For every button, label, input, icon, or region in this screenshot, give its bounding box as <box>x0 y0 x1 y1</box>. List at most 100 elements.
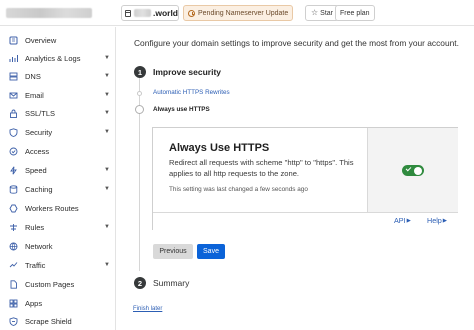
sidebar-item-label: Access <box>25 146 50 156</box>
step-2-number: 2 <box>134 277 146 289</box>
sidebar-item-access[interactable]: Access <box>0 142 116 160</box>
sidebar-item-label: Apps <box>25 298 43 308</box>
setting-card-body: Always Use HTTPS Redirect all requests w… <box>153 128 367 212</box>
setting-control-panel <box>367 128 458 212</box>
top-bar: .world Pending Nameserver Update ☆ Star … <box>0 0 474 26</box>
shield-icon <box>9 127 18 137</box>
domain-selector[interactable]: .world <box>121 5 179 21</box>
sidebar-item-label: Network <box>25 241 53 251</box>
setting-card-footer: API ▶ Help ▶ <box>153 212 458 230</box>
lock-icon <box>9 109 18 118</box>
browser-window-icon <box>125 9 131 17</box>
check-icon <box>405 165 412 172</box>
caret-right-icon: ▶ <box>406 217 411 224</box>
setting-description: Redirect all requests with scheme "http"… <box>169 158 354 178</box>
sidebar-item-dns[interactable]: DNS ▼ <box>0 67 116 85</box>
sidebar-item-label: Analytics & Logs <box>25 53 81 63</box>
substep-current-dot <box>135 105 144 114</box>
chevron-down-icon[interactable]: ▼ <box>104 186 110 192</box>
sidebar-item-label: SSL/TLS <box>25 108 56 118</box>
intro-text: Configure your domain settings to improv… <box>134 38 459 48</box>
scrape-shield-icon <box>9 316 18 326</box>
domain-name-redacted <box>133 9 151 17</box>
caching-icon <box>9 184 18 194</box>
sidebar-item-apps[interactable]: Apps <box>0 294 116 312</box>
rules-icon <box>9 223 18 232</box>
sidebar-item-security[interactable]: Security ▼ <box>0 123 116 141</box>
sidebar-item-overview[interactable]: Overview <box>0 31 116 49</box>
sidebar-item-custom-pages[interactable]: Custom Pages <box>0 275 116 293</box>
chevron-down-icon[interactable]: ▼ <box>104 55 110 61</box>
clock-icon <box>188 9 195 17</box>
sidebar-item-workers-routes[interactable]: Workers Routes <box>0 199 116 217</box>
sidebar-item-ssl-tls[interactable]: SSL/TLS ▼ <box>0 104 116 122</box>
domain-suffix: .world <box>152 8 178 18</box>
help-link[interactable]: Help ▶ <box>427 216 447 225</box>
chevron-down-icon[interactable]: ▼ <box>104 92 110 98</box>
sidebar-item-speed[interactable]: Speed ▼ <box>0 161 116 179</box>
chevron-down-icon[interactable]: ▼ <box>104 167 110 173</box>
sidebar-item-label: Speed <box>25 165 47 175</box>
sidebar-item-network[interactable]: Network <box>0 237 116 255</box>
chevron-down-icon[interactable]: ▼ <box>104 262 110 268</box>
substep-done-dot <box>137 91 142 96</box>
chevron-down-icon[interactable]: ▼ <box>104 73 110 79</box>
star-label: Star <box>320 9 334 17</box>
always-use-https-toggle[interactable] <box>402 165 424 176</box>
sidebar-item-label: Overview <box>25 35 57 45</box>
previous-button[interactable]: Previous <box>153 244 193 259</box>
workers-icon <box>9 204 18 213</box>
step-2-title: Summary <box>153 278 190 288</box>
api-link[interactable]: API ▶ <box>394 216 411 225</box>
star-icon: ☆ <box>311 8 319 17</box>
sidebar-item-label: Security <box>25 127 53 137</box>
dns-icon <box>9 72 18 81</box>
api-link-label: API <box>394 216 406 225</box>
sidebar-item-label: Custom Pages <box>25 279 75 289</box>
access-icon <box>9 147 18 156</box>
apps-icon <box>9 299 18 308</box>
sidebar: Overview Analytics & Logs ▼ DNS ▼ Email ▼ SSL/T… <box>0 27 116 330</box>
chevron-down-icon[interactable]: ▼ <box>104 129 110 135</box>
substep-automatic-https-rewrites[interactable]: Automatic HTTPS Rewrites <box>153 89 230 96</box>
setting-card: Always Use HTTPS Redirect all requests w… <box>152 127 458 230</box>
setting-last-changed: This setting was last changed a few seco… <box>169 186 308 193</box>
toggle-knob <box>414 166 422 175</box>
save-button[interactable]: Save <box>197 244 225 259</box>
sidebar-item-label: DNS <box>25 71 41 81</box>
email-icon <box>9 91 18 100</box>
sidebar-item-rules[interactable]: Rules ▼ <box>0 218 116 236</box>
plan-label: Free plan <box>340 9 370 17</box>
sidebar-item-analytics-logs[interactable]: Analytics & Logs ▼ <box>0 49 116 67</box>
pending-nameserver-badge[interactable]: Pending Nameserver Update <box>183 5 294 21</box>
sidebar-item-label: Rules <box>25 222 45 232</box>
sidebar-item-scrape-shield[interactable]: Scrape Shield <box>0 312 116 330</box>
sidebar-item-email[interactable]: Email ▼ <box>0 86 116 104</box>
sidebar-item-label: Workers Routes <box>25 203 79 213</box>
chevron-down-icon[interactable]: ▼ <box>104 224 110 230</box>
setting-title: Always Use HTTPS <box>169 142 270 154</box>
sidebar-item-caching[interactable]: Caching ▼ <box>0 180 116 198</box>
custom-pages-icon <box>9 279 18 289</box>
traffic-icon <box>9 261 18 270</box>
analytics-icon <box>9 54 18 63</box>
speed-icon <box>9 166 18 175</box>
pending-badge-label: Pending Nameserver Update <box>198 9 289 17</box>
help-link-label: Help <box>427 216 442 225</box>
sidebar-item-label: Caching <box>25 184 53 194</box>
chevron-down-icon[interactable]: ▼ <box>104 110 110 116</box>
sidebar-item-label: Traffic <box>25 260 46 270</box>
substep-always-use-https: Always use HTTPS <box>153 106 210 113</box>
overview-icon <box>9 36 18 45</box>
step-1-title: Improve security <box>153 67 222 77</box>
network-icon <box>9 242 18 251</box>
step-1-number: 1 <box>134 66 146 78</box>
sidebar-item-label: Scrape Shield <box>25 316 72 326</box>
account-name[interactable] <box>6 8 92 18</box>
star-button[interactable]: ☆ Star <box>305 5 340 21</box>
finish-later-link[interactable]: Finish later <box>133 306 162 312</box>
sidebar-item-traffic[interactable]: Traffic ▼ <box>0 256 116 274</box>
sidebar-item-label: Email <box>25 90 44 100</box>
plan-badge[interactable]: Free plan <box>335 5 375 21</box>
caret-right-icon: ▶ <box>442 217 448 224</box>
